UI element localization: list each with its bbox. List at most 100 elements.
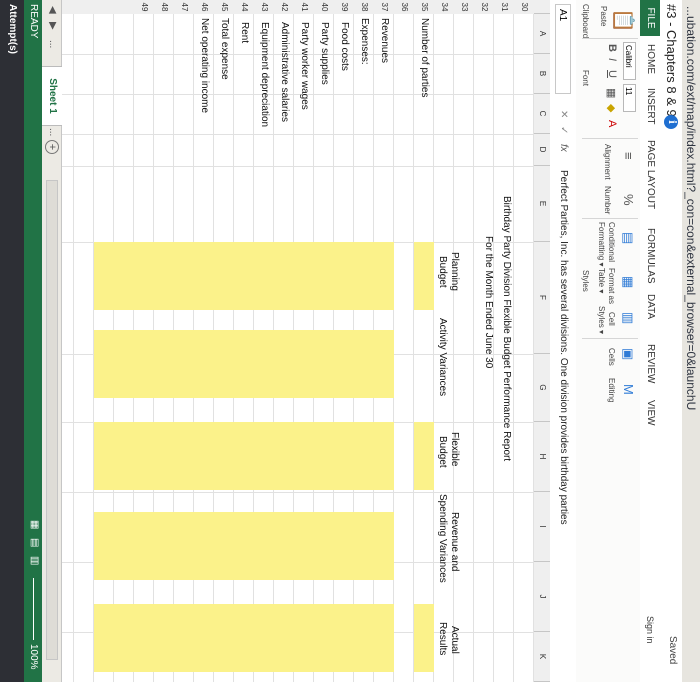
- row-header[interactable]: 37: [374, 0, 394, 14]
- column-header[interactable]: C: [534, 94, 550, 134]
- tab-review[interactable]: REVIEW: [645, 344, 656, 383]
- input-cell-block[interactable]: [94, 422, 394, 490]
- column-header[interactable]: J: [534, 562, 550, 632]
- conditional-formatting-label[interactable]: Conditional: [607, 222, 616, 262]
- input-cell[interactable]: [414, 422, 434, 490]
- cells-button-label[interactable]: Cells: [607, 348, 616, 366]
- tab-data[interactable]: DATA: [645, 294, 656, 319]
- document-title: #3 - Chapters 8 & 9: [664, 4, 679, 117]
- font-name-select[interactable]: Calibri: [623, 42, 636, 80]
- zoom-slider[interactable]: [33, 578, 34, 640]
- page-break-view-icon[interactable]: ▥: [29, 556, 40, 565]
- input-cell-block[interactable]: [94, 242, 394, 310]
- label-party-supplies: Party supplies: [319, 22, 330, 85]
- browser-url[interactable]: ...ubation.com/ext/map/index.html?_con=c…: [682, 0, 700, 682]
- name-box[interactable]: A1: [555, 4, 571, 94]
- info-icon[interactable]: i: [664, 115, 678, 129]
- row-header[interactable]: 39: [334, 0, 354, 14]
- row-header[interactable]: 41: [294, 0, 314, 14]
- format-as-table-icon[interactable]: ▦: [620, 276, 636, 288]
- group-divider: [582, 338, 638, 339]
- add-sheet-button[interactable]: +: [45, 140, 59, 154]
- paste-icon[interactable]: 📋: [611, 8, 636, 33]
- alignment-icon[interactable]: ≡: [621, 152, 636, 160]
- more-sheets-right[interactable]: ...: [47, 128, 58, 136]
- alignment-button-label[interactable]: Alignment: [603, 144, 612, 180]
- row-header[interactable]: 40: [314, 0, 334, 14]
- gridline: [62, 492, 534, 493]
- column-header[interactable]: D: [534, 134, 550, 166]
- scroll-tabs-right-icon[interactable]: ▶: [47, 22, 58, 30]
- input-cell[interactable]: [414, 604, 434, 672]
- column-header[interactable]: H: [534, 422, 550, 492]
- label-net-operating-income: Net operating income: [199, 18, 210, 114]
- cell-styles-label[interactable]: Cell: [607, 312, 616, 326]
- row-header[interactable]: 46: [194, 0, 214, 14]
- column-header[interactable]: I: [534, 492, 550, 562]
- fx-icon[interactable]: fx: [558, 144, 569, 152]
- fill-color-icon[interactable]: ◆: [605, 104, 618, 112]
- tab-home[interactable]: HOME: [645, 44, 656, 74]
- font-size-select[interactable]: 11: [623, 84, 636, 112]
- normal-view-icon[interactable]: ▦: [29, 520, 40, 529]
- row-header[interactable]: 32: [474, 0, 494, 14]
- borders-icon[interactable]: ▦: [605, 88, 618, 98]
- format-as-table-label[interactable]: Format as: [607, 268, 616, 304]
- column-header[interactable]: E: [534, 166, 550, 242]
- tab-formulas[interactable]: FORMULAS: [645, 228, 656, 284]
- row-header[interactable]: 43: [254, 0, 274, 14]
- paste-button-label[interactable]: Paste: [599, 6, 608, 26]
- row-header[interactable]: 33: [454, 0, 474, 14]
- tab-insert[interactable]: INSERT: [645, 88, 656, 125]
- cells-icon[interactable]: ▣: [620, 348, 636, 360]
- more-sheets-left[interactable]: ...: [47, 40, 58, 48]
- row-header[interactable]: 34: [434, 0, 454, 14]
- enter-icon[interactable]: ✓: [558, 126, 569, 134]
- row-header[interactable]: 38: [354, 0, 374, 14]
- tab-page-layout[interactable]: PAGE LAYOUT: [645, 140, 656, 209]
- column-header[interactable]: K: [534, 632, 550, 682]
- italic-button[interactable]: I: [606, 58, 618, 61]
- row-header[interactable]: 48: [154, 0, 174, 14]
- cell-styles-icon[interactable]: ▥: [620, 312, 636, 324]
- input-cell-block[interactable]: [94, 330, 394, 398]
- formula-input[interactable]: Perfect Parties, Inc. has several divisi…: [558, 170, 569, 525]
- row-header[interactable]: 47: [174, 0, 194, 14]
- column-header[interactable]: A: [534, 14, 550, 54]
- percent-icon[interactable]: %: [621, 194, 636, 206]
- tab-view[interactable]: VIEW: [645, 400, 656, 426]
- column-header[interactable]: F: [534, 242, 550, 354]
- cancel-icon[interactable]: ✕: [558, 110, 569, 118]
- sheet-tab[interactable]: Sheet 1: [42, 66, 62, 126]
- underline-button[interactable]: U: [606, 70, 618, 78]
- format-as-table-label-2[interactable]: Table ▾: [597, 268, 606, 293]
- column-header[interactable]: G: [534, 354, 550, 422]
- row-header[interactable]: 36: [394, 0, 414, 14]
- tab-file[interactable]: FILE: [640, 0, 660, 36]
- row-header[interactable]: 31: [494, 0, 514, 14]
- column-header[interactable]: B: [534, 54, 550, 94]
- zoom-level[interactable]: 100%: [28, 644, 39, 670]
- editing-button-label[interactable]: Editing: [607, 378, 616, 402]
- number-button-label[interactable]: Number: [603, 186, 612, 214]
- editing-icon[interactable]: M: [621, 384, 636, 395]
- conditional-formatting-label-2[interactable]: Formatting ▾: [597, 222, 606, 266]
- sign-in-link[interactable]: Sign in: [645, 616, 655, 644]
- input-cell-block[interactable]: [94, 604, 394, 672]
- conditional-formatting-icon[interactable]: ▤: [620, 232, 636, 244]
- row-header[interactable]: 45: [214, 0, 234, 14]
- input-cell-block[interactable]: [94, 512, 394, 580]
- scroll-tabs-left-icon[interactable]: ◀: [47, 6, 58, 14]
- bold-button[interactable]: B: [606, 44, 618, 52]
- row-header[interactable]: 44: [234, 0, 254, 14]
- input-cell[interactable]: [414, 242, 434, 310]
- horizontal-scrollbar[interactable]: [46, 180, 58, 660]
- page-layout-view-icon[interactable]: ▤: [29, 538, 40, 547]
- row-header[interactable]: 49: [134, 0, 154, 14]
- cell-styles-label-2[interactable]: Styles ▾: [597, 306, 606, 334]
- select-all-corner[interactable]: [534, 0, 550, 14]
- row-header[interactable]: 35: [414, 0, 434, 14]
- row-header[interactable]: 30: [514, 0, 534, 14]
- row-header[interactable]: 42: [274, 0, 294, 14]
- font-color-icon[interactable]: A: [606, 120, 618, 127]
